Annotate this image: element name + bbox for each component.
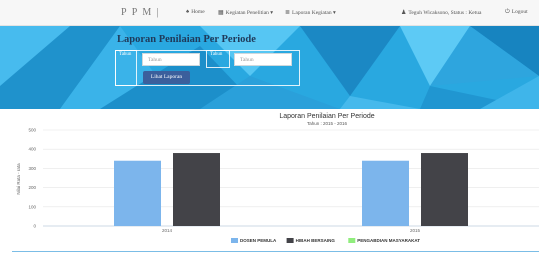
home-icon: ♠ bbox=[186, 9, 190, 15]
nav-kegiatan-penelitian[interactable]: ▦ Kegiatan Penelitian ▾ bbox=[218, 9, 273, 16]
chart-subtitle: Tahun : 2015 - 2016 bbox=[307, 121, 348, 126]
bar-dosen-pemula-2014 bbox=[114, 160, 161, 226]
y-tick-label: 300 bbox=[28, 166, 36, 171]
legend-label: HIBAH BERSAING bbox=[296, 238, 336, 243]
legend-swatch bbox=[348, 238, 356, 243]
footer-divider bbox=[12, 251, 539, 252]
x-tick-label: 2014 bbox=[162, 228, 173, 233]
nav-user-label: Teguh Wicaksono, Status : Ketua bbox=[408, 10, 482, 16]
nav-home-label: Home bbox=[191, 9, 205, 15]
nav-home[interactable]: ♠ Home bbox=[186, 9, 205, 15]
nav-logout-label: Logout bbox=[511, 9, 528, 15]
legend-label: DOSEN PEMULA bbox=[240, 238, 277, 243]
bar-hibah-bersaing-2014 bbox=[173, 153, 220, 226]
panel-title: Laporan Penilaian Per Periode bbox=[117, 34, 256, 45]
y-tick-label: 400 bbox=[28, 147, 36, 152]
y-tick-label: 500 bbox=[28, 128, 36, 133]
bar-hibah-bersaing-2015 bbox=[421, 153, 468, 226]
year-to-input[interactable]: Tahun bbox=[234, 53, 292, 66]
brand-logo[interactable]: P P M | bbox=[121, 7, 160, 18]
nav-user[interactable]: ♟ Teguh Wicaksono, Status : Ketua bbox=[401, 9, 481, 16]
year-from-label: Tahun bbox=[119, 52, 132, 57]
list-icon: ≣ bbox=[285, 10, 291, 16]
chart-title: Laporan Penilaian Per Periode bbox=[279, 113, 374, 120]
grid-icon: ▦ bbox=[218, 10, 224, 16]
chart: Laporan Penilaian Per Periode Tahun : 20… bbox=[16, 113, 539, 243]
view-report-button[interactable]: Lihat Laporan bbox=[143, 71, 190, 84]
legend-label: PENGABDIAN MASYARAKAT bbox=[357, 238, 420, 243]
navbar: P P M | ♠ Home ▦ Kegiatan Penelitian ▾ ≣ La… bbox=[0, 0, 539, 26]
logout-icon: ⏻ bbox=[505, 9, 510, 15]
y-axis-label: Nilai Rata - rata bbox=[16, 163, 21, 195]
y-tick-label: 200 bbox=[28, 185, 36, 190]
hero-banner: Laporan Penilaian Per Periode Tahun Tahu… bbox=[0, 26, 539, 109]
nav-logout[interactable]: ⏻ Logout bbox=[505, 9, 528, 16]
year-from-input[interactable]: Tahun bbox=[142, 53, 200, 66]
bar-dosen-pemula-2015 bbox=[362, 160, 409, 226]
legend-swatch bbox=[286, 238, 294, 243]
y-tick-label: 0 bbox=[33, 224, 36, 229]
nav-kegiatan-penelitian-label: Kegiatan Penelitian ▾ bbox=[225, 10, 274, 16]
y-tick-label: 100 bbox=[28, 204, 36, 209]
nav-laporan-kegiatan-label: Laporan Kegiatan ▾ bbox=[292, 10, 336, 16]
nav-laporan-kegiatan[interactable]: ≣ Laporan Kegiatan ▾ bbox=[285, 9, 336, 16]
legend-swatch bbox=[231, 238, 238, 243]
x-tick-label: 2015 bbox=[410, 228, 421, 233]
year-to-label: Tahun bbox=[210, 52, 223, 57]
user-icon: ♟ bbox=[401, 10, 407, 16]
